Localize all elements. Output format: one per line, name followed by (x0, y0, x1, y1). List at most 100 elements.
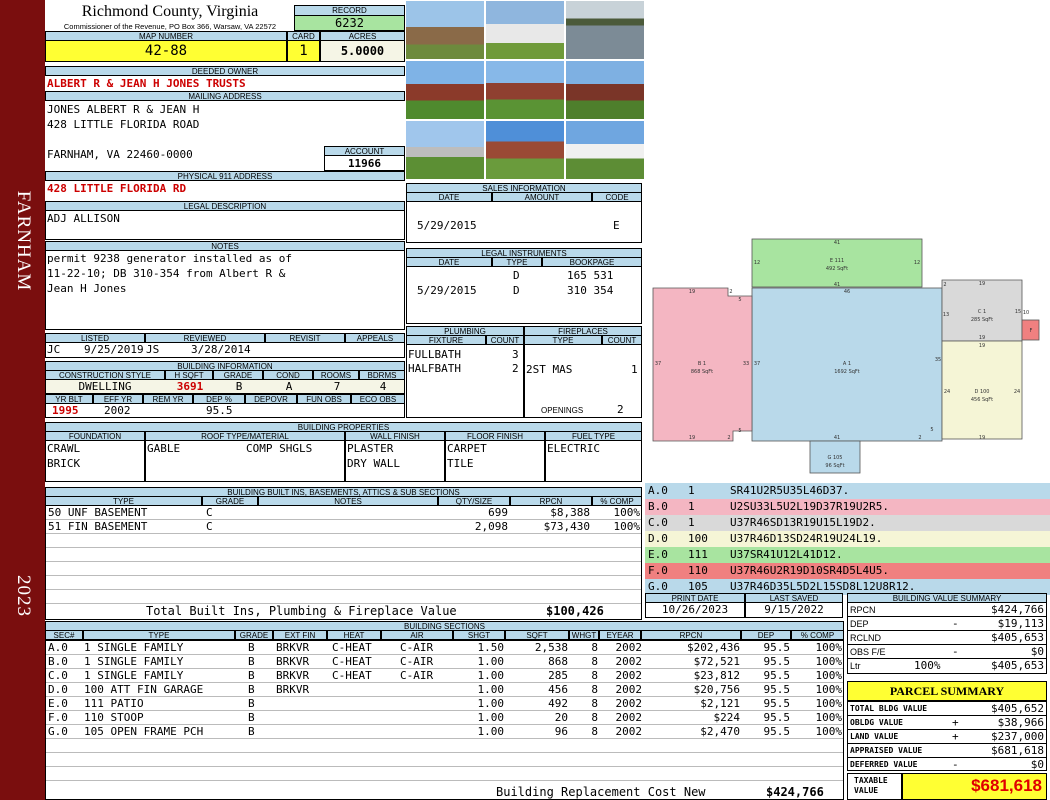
section-shgt: 1.50 (477, 641, 505, 654)
section-air: C-AIR (400, 641, 434, 654)
photo-carport[interactable] (405, 120, 485, 180)
section-row: F.0 110 STOOP B 1.00 20 8 2002 $224 95.5 100% (46, 711, 843, 725)
dim-b-top: 19 (689, 289, 695, 295)
dim-b-step-top: 2 (729, 289, 732, 295)
li-row-2-date: 5/29/2015 (417, 284, 477, 297)
sec-h-grade: GRADE (235, 630, 273, 640)
legal-instruments-box: D 165 531 5/29/2015 D 310 354 (406, 266, 642, 324)
plumb-row-2: HALFBATH 2 (407, 362, 523, 376)
dim-b-step-bottom: 2 (727, 435, 730, 441)
value-summary-box: RPCN $424,766 DEP - $19,113 RCLND $405,653 O… (847, 602, 1047, 674)
floor-box: CARPET TILE (445, 440, 545, 482)
effective-year: 2002 (104, 404, 131, 417)
fireplaces-box: 2ST MAS 1 OPENINGS 2 (524, 344, 642, 418)
sketch-code-a-num: 1 (688, 484, 695, 497)
li-row-2-type: D (513, 284, 520, 297)
roof-type: GABLE (147, 442, 181, 455)
physical-address: 428 LITTLE FLORIDA RD (47, 182, 187, 195)
dim-a-left: 37 (754, 361, 760, 367)
parcel-tbv-value: $405,652 (991, 702, 1044, 715)
section-ext: BRKVR (276, 655, 310, 668)
dim-b-notch-bottom: 5 (738, 428, 741, 434)
sketch-code-d-sec: D.0 (648, 532, 668, 545)
section-eyear: 2002 (615, 683, 643, 696)
section-grade: B (248, 655, 255, 668)
section-sec: C.0 (48, 669, 68, 682)
section-eyear: 2002 (615, 669, 643, 682)
sketch-label-e: E 111 (830, 258, 844, 264)
section-heat: C-HEAT (332, 669, 372, 682)
section-eyear: 2002 (615, 641, 643, 654)
plumbing-box: FULLBATH 3 HALFBATH 2 (406, 344, 524, 418)
deeded-owner-label: DEEDED OWNER (45, 66, 405, 76)
photo-house-3[interactable] (565, 60, 645, 120)
summary-lt-label: Ltr (850, 661, 861, 671)
sketch-label-b: B 1 (698, 361, 706, 367)
parcel-tbv-row: TOTAL BLDG VALUE $405,652 (848, 702, 1046, 716)
section-shgt: 1.00 (477, 711, 505, 724)
sales-box: 5/29/2015 E (406, 201, 642, 243)
summary-obs-value: $0 (1030, 645, 1044, 658)
sections-total-row: Building Replacement Cost New $424,766 (46, 783, 843, 799)
photo-pier[interactable] (565, 0, 645, 60)
parcel-obv-value: $38,966 (997, 716, 1044, 729)
sec-h-air: AIR (381, 630, 453, 640)
section-sec: B.0 (48, 655, 68, 668)
summary-dep-row: DEP - $19,113 (848, 617, 1046, 631)
li-row-1-type: D (513, 269, 520, 282)
notes-line-1: permit 9238 generator installed as of (47, 252, 293, 265)
dim-b-notch-top: 5 (738, 297, 741, 303)
section-rpcn: $72,521 (693, 655, 740, 668)
sections-total-value: $424,766 (766, 785, 824, 799)
section-comp: 100% (815, 683, 843, 696)
section-ext: BRKVR (276, 669, 310, 682)
section-eyear: 2002 (615, 711, 643, 724)
photo-barn[interactable] (405, 0, 485, 60)
sec-h-heat: HEAT (327, 630, 381, 640)
photo-house-front[interactable] (485, 120, 565, 180)
section-dep: 95.5 (763, 725, 791, 738)
sec-h-shgt: SHGT (453, 630, 505, 640)
wall-1: PLASTER (347, 442, 394, 455)
section-dep: 95.5 (763, 641, 791, 654)
sec-h-dep: DEP (741, 630, 791, 640)
map-number: 42-88 (45, 40, 287, 62)
sketch-code-e-path: U37SR41U12L41D12. (730, 548, 843, 561)
taxable-value: $681,618 (902, 773, 1047, 800)
construction-style: DWELLING (78, 380, 132, 393)
taxable-label-1: TAXABLE (854, 776, 888, 785)
reviewed-date: 3/28/2014 (191, 343, 251, 356)
section-comp: 100% (815, 641, 843, 654)
notes-box: permit 9238 generator installed as of 11… (45, 250, 405, 330)
section-comp: 100% (815, 711, 843, 724)
sketch-label-g: G 105 (827, 455, 842, 461)
plumb-count-1: 3 (512, 348, 519, 361)
sketch-code-d: D.0 100 U37R46D13SD24R19U24L19. (645, 531, 1050, 547)
summary-obs-row: OBS F/E - $0 (848, 645, 1046, 659)
sec-h-sec: SEC# (45, 630, 83, 640)
photo-shed[interactable] (485, 0, 565, 60)
dim-b-bottom: 19 (689, 435, 695, 441)
record-number: 6232 (294, 15, 405, 31)
parcel-obv-row: OBLDG VALUE + $38,966 (848, 716, 1046, 730)
photo-house-1[interactable] (405, 60, 485, 120)
dim-c-top: 19 (979, 281, 985, 287)
builtins-total-label: Total Built Ins, Plumbing & Fireplace Va… (146, 604, 457, 618)
builtins-table: 50 UNF BASEMENT C 699 $8,388 100% 51 FIN… (45, 505, 642, 620)
summary-dep-label: DEP (850, 619, 869, 629)
sketch-code-e-num: 111 (688, 548, 708, 561)
section-shgt: 1.00 (477, 725, 505, 738)
photo-sheds-row[interactable] (565, 120, 645, 180)
section-eyear: 2002 (615, 725, 643, 738)
parcel-land-sign: + (952, 730, 959, 743)
sec-h-whgt: WHGT (569, 630, 599, 640)
builtins-total-row: Total Built Ins, Plumbing & Fireplace Va… (46, 604, 641, 619)
dim-e-left: 12 (754, 260, 760, 266)
section-comp: 100% (815, 725, 843, 738)
dim-d-bottom: 19 (979, 435, 985, 441)
builtins-row-1-qty: 699 (488, 506, 508, 519)
summary-rpcn-row: RPCN $424,766 (848, 603, 1046, 617)
section-whgt: 8 (591, 669, 598, 682)
builtins-row-2-qty: 2,098 (474, 520, 508, 533)
photo-house-2[interactable] (485, 60, 565, 120)
